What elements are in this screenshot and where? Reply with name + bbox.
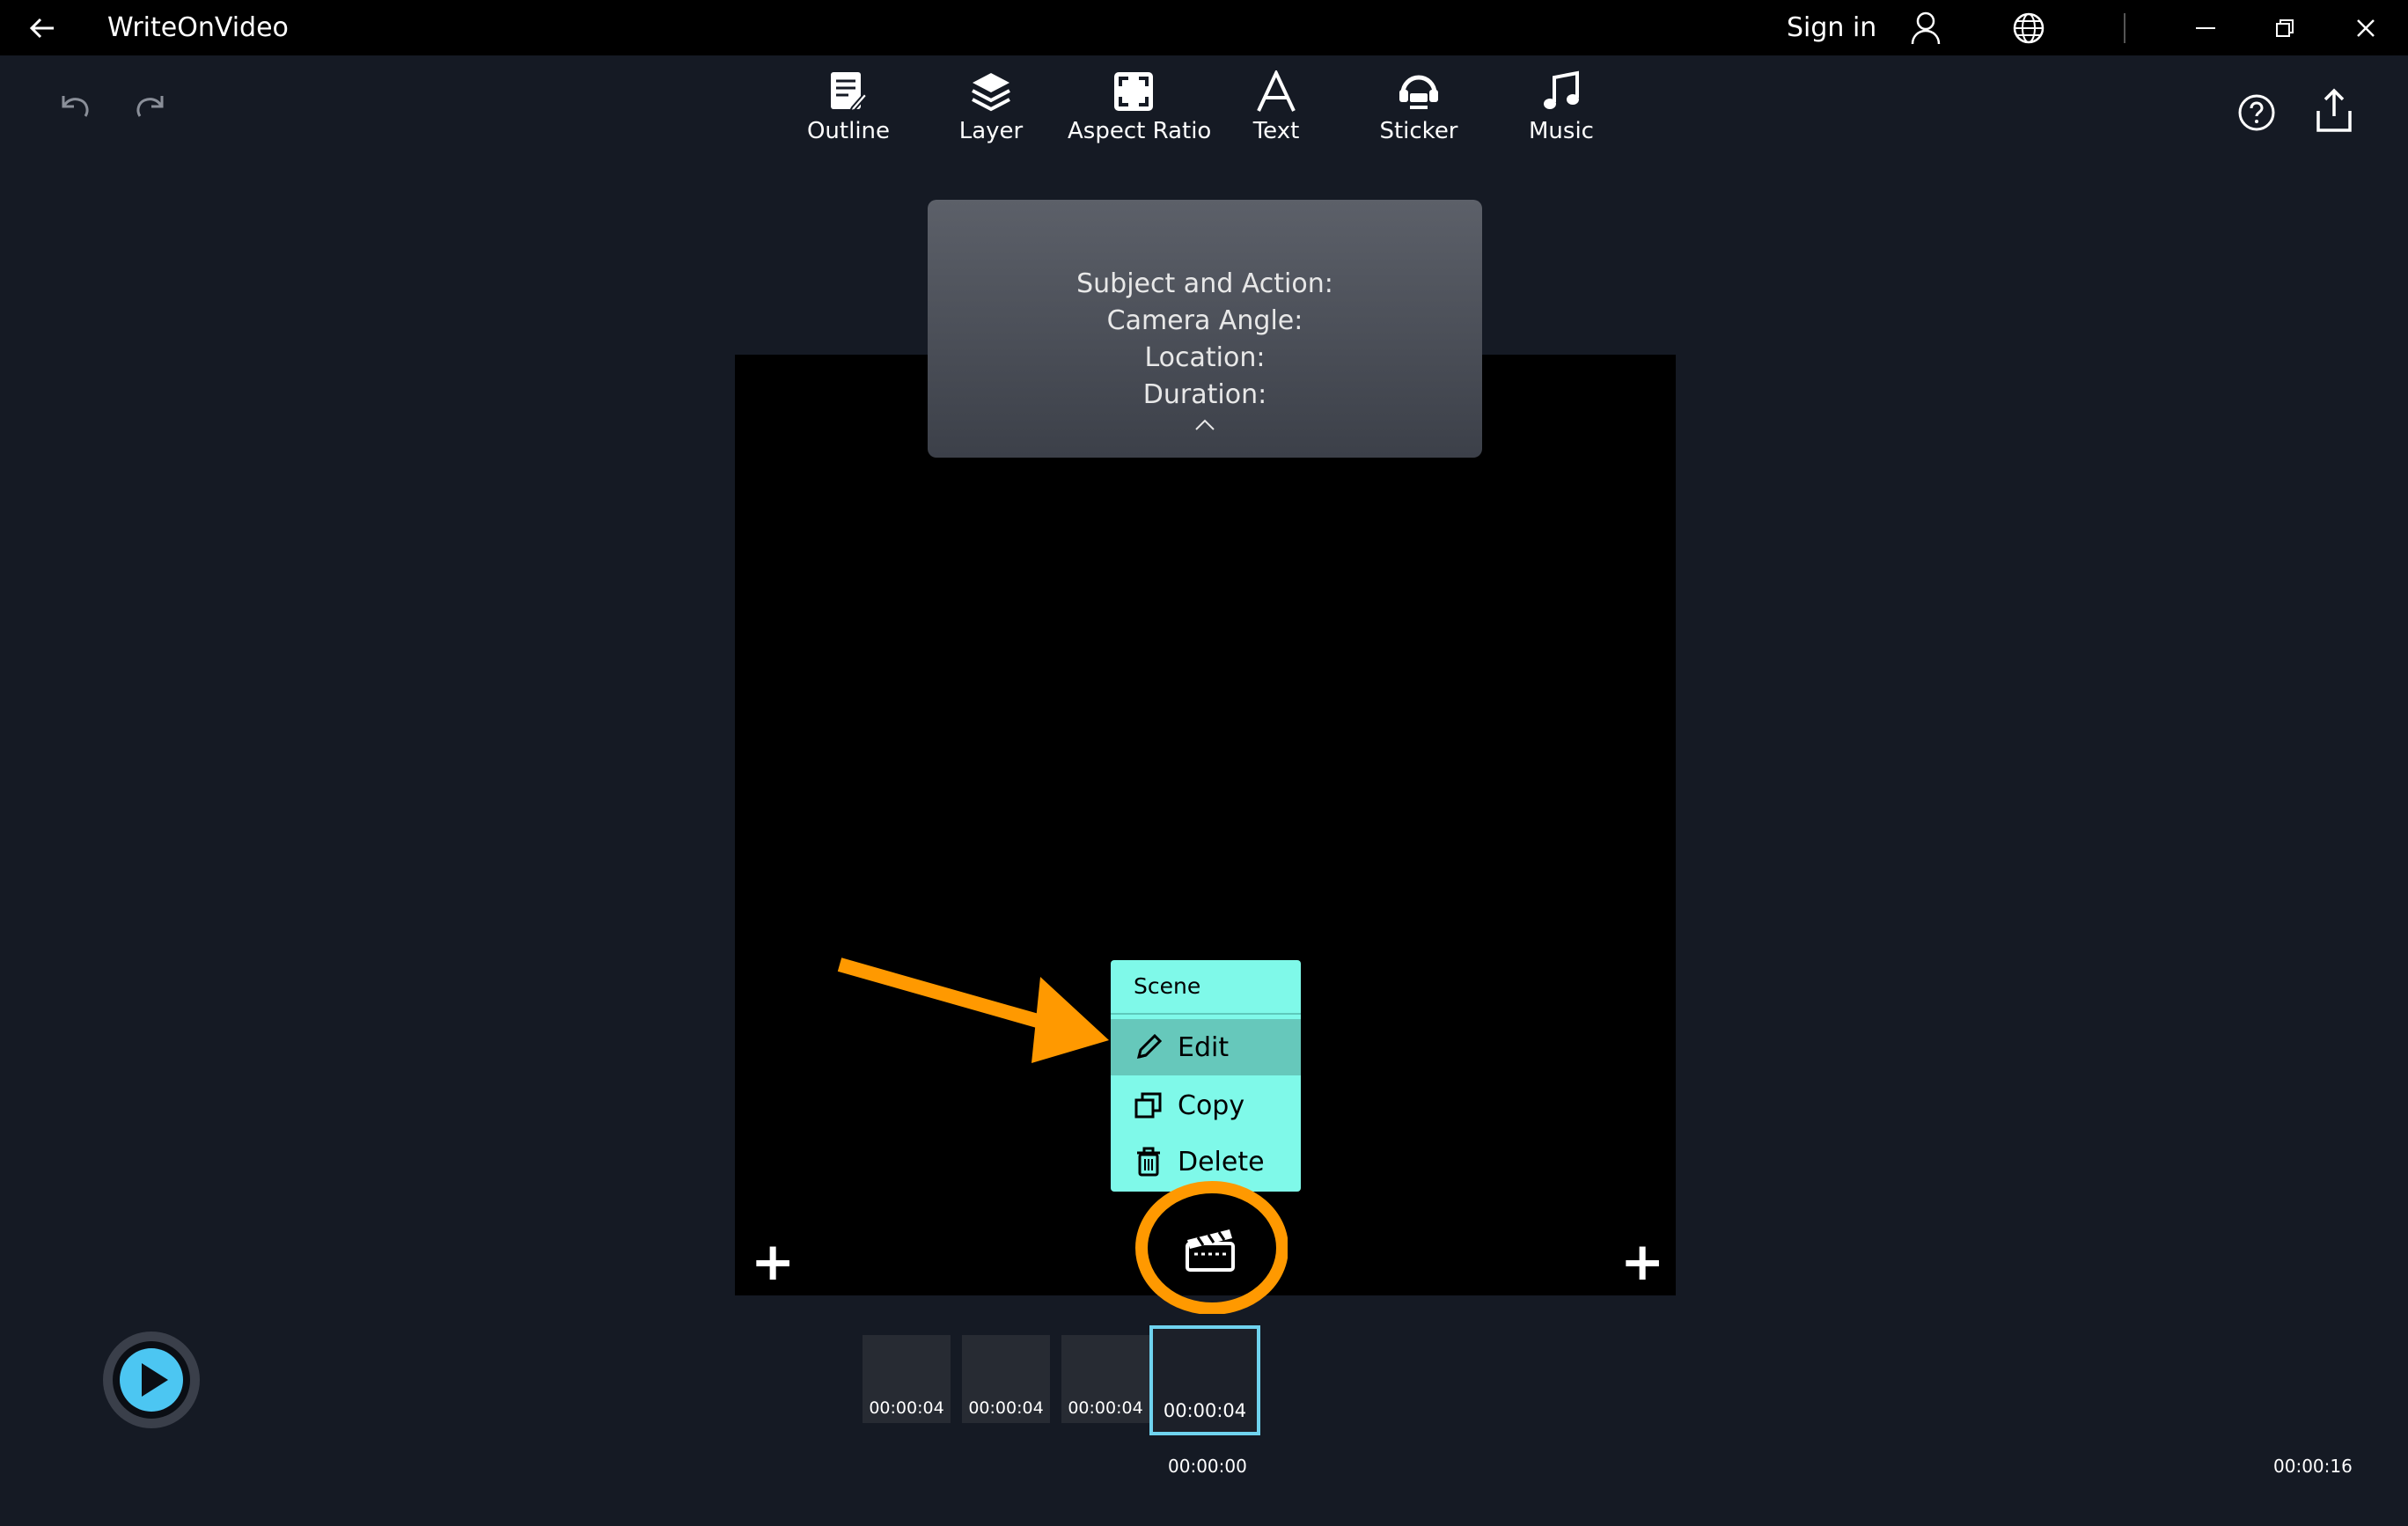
- layer-icon: [972, 73, 1010, 112]
- add-scene-right-icon[interactable]: +: [1620, 1236, 1664, 1288]
- menu-header: Scene: [1111, 960, 1301, 1015]
- sign-in-link[interactable]: Sign in: [1787, 0, 1876, 55]
- menu-item-edit[interactable]: Edit: [1111, 1019, 1301, 1075]
- toolbar-music-button[interactable]: Music: [1495, 70, 1627, 158]
- globe-icon[interactable]: [2011, 0, 2046, 55]
- scene-menu-button[interactable]: [1134, 1180, 1288, 1315]
- outline-camera-angle: Camera Angle:: [1106, 305, 1303, 336]
- total-time: 00:00:16: [2273, 1456, 2353, 1477]
- undo-icon[interactable]: [56, 91, 92, 126]
- back-arrow-icon[interactable]: [25, 0, 60, 55]
- menu-item-edit-label: Edit: [1178, 1031, 1230, 1063]
- play-button[interactable]: [100, 1329, 202, 1431]
- menu-item-delete-label: Delete: [1178, 1146, 1265, 1178]
- toolbar-outline-button[interactable]: Outline: [782, 70, 914, 158]
- toolbar-outline-label: Outline: [806, 118, 891, 144]
- share-export-icon[interactable]: [2315, 88, 2353, 137]
- copy-icon: [1134, 1090, 1178, 1120]
- scene-outline-panel[interactable]: Subject and Action: Camera Angle: Locati…: [928, 200, 1482, 458]
- clapperboard-icon: [1186, 1229, 1235, 1272]
- annotation-arrow: [837, 957, 1109, 1063]
- toolbar-aspect-ratio-label: Aspect Ratio: [1068, 118, 1212, 144]
- scene-duration: 00:00:04: [968, 1398, 1044, 1418]
- toolbar-layer-label: Layer: [958, 118, 1024, 144]
- scene-duration: 00:00:04: [1163, 1400, 1247, 1421]
- add-scene-left-icon[interactable]: +: [751, 1236, 795, 1288]
- menu-item-copy-label: Copy: [1178, 1089, 1245, 1121]
- chevron-up-icon[interactable]: [1194, 419, 1215, 431]
- help-icon[interactable]: [2237, 93, 2276, 136]
- minimize-icon[interactable]: [2190, 0, 2221, 55]
- outline-subject-action: Subject and Action:: [1076, 268, 1333, 299]
- user-icon[interactable]: [1908, 0, 1943, 55]
- menu-item-copy[interactable]: Copy: [1111, 1077, 1301, 1133]
- text-icon: [1257, 70, 1296, 112]
- title-bar: WriteOnVideo Sign in: [0, 0, 2408, 55]
- current-time: 00:00:00: [1168, 1456, 1247, 1477]
- pencil-icon: [1134, 1032, 1178, 1062]
- toolbar-music-label: Music: [1529, 118, 1594, 144]
- timeline-scene-4-selected[interactable]: 00:00:04: [1149, 1325, 1260, 1435]
- restore-icon[interactable]: [2269, 0, 2301, 55]
- music-icon: [1544, 70, 1579, 109]
- close-icon[interactable]: [2350, 0, 2382, 55]
- toolbar-layer-button[interactable]: Layer: [925, 70, 1057, 158]
- title-separator: [2124, 13, 2125, 43]
- timeline-scene-2[interactable]: 00:00:04: [962, 1335, 1050, 1423]
- timeline-scene-3[interactable]: 00:00:04: [1061, 1335, 1149, 1423]
- timeline-scene-1[interactable]: 00:00:04: [863, 1335, 951, 1423]
- toolbar-text-button[interactable]: Text: [1210, 70, 1342, 158]
- toolbar-text-label: Text: [1252, 118, 1300, 144]
- scene-duration: 00:00:04: [869, 1398, 944, 1418]
- aspect-ratio-icon: [1114, 72, 1153, 111]
- redo-icon[interactable]: [134, 91, 169, 126]
- sticker-icon: [1399, 75, 1438, 109]
- scene-duration: 00:00:04: [1068, 1398, 1143, 1418]
- toolbar-sticker-button[interactable]: Sticker: [1353, 70, 1485, 158]
- outline-duration: Duration:: [1142, 379, 1267, 410]
- scene-context-menu: Scene Edit Copy Delete: [1111, 960, 1301, 1192]
- outline-icon: [831, 72, 868, 113]
- toolbar-sticker-label: Sticker: [1379, 118, 1458, 144]
- outline-location: Location:: [1144, 342, 1266, 373]
- toolbar-aspect-ratio-button[interactable]: Aspect Ratio: [1068, 70, 1212, 158]
- trash-icon: [1134, 1146, 1178, 1178]
- app-title: WriteOnVideo: [107, 12, 289, 43]
